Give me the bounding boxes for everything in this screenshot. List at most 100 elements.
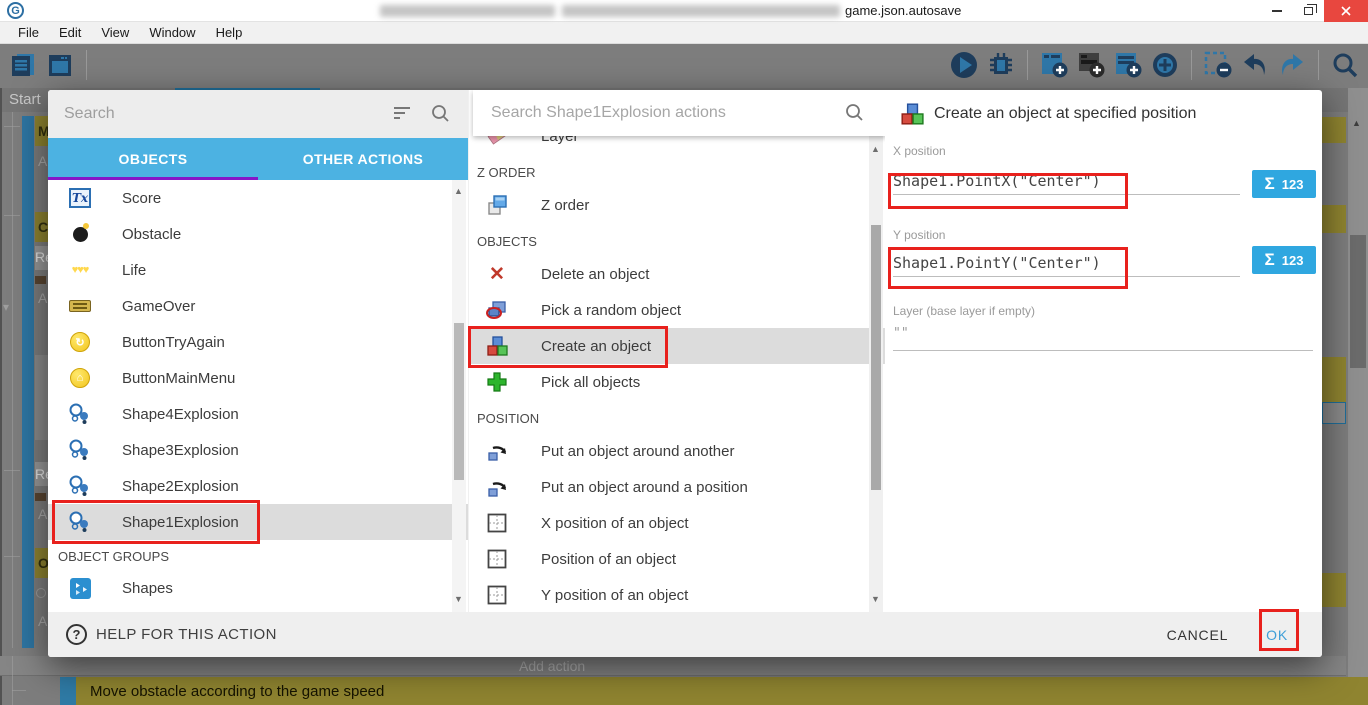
event-comment-fragment bbox=[1322, 357, 1346, 402]
scrollbar-thumb[interactable] bbox=[454, 323, 464, 480]
scene-editor-icon[interactable] bbox=[45, 50, 75, 80]
y-position-field[interactable]: Shape1.PointY("Center") bbox=[893, 254, 1101, 272]
x-expression-builder-button[interactable]: Σ 123 bbox=[1252, 170, 1316, 198]
action-item-put-around-position[interactable]: Put an object around a position bbox=[469, 469, 885, 505]
collapse-arrow-icon[interactable]: ▾ bbox=[3, 300, 9, 314]
layer-field[interactable]: "" bbox=[893, 326, 909, 341]
action-item-layer[interactable]: Layer bbox=[469, 136, 885, 154]
menu-file[interactable]: File bbox=[8, 25, 49, 40]
particles-icon bbox=[68, 438, 92, 462]
search-icon[interactable] bbox=[845, 103, 864, 122]
search-icon[interactable] bbox=[1330, 50, 1360, 80]
action-item-y-position[interactable]: Y position of an object bbox=[469, 577, 885, 612]
scroll-up-icon[interactable]: ▲ bbox=[871, 144, 880, 154]
list-item-buttontryagain[interactable]: ↻ ButtonTryAgain bbox=[48, 324, 468, 360]
menu-window[interactable]: Window bbox=[139, 25, 205, 40]
list-item-shape1explosion-selected[interactable]: Shape1Explosion bbox=[48, 504, 468, 540]
particles-icon bbox=[68, 474, 92, 498]
window-edge bbox=[0, 88, 2, 705]
add-link-fragment: A bbox=[38, 506, 47, 522]
add-event-icon[interactable] bbox=[1039, 50, 1069, 80]
list-item-shape2explosion[interactable]: Shape2Explosion bbox=[48, 468, 468, 504]
toolbar-separator bbox=[1318, 50, 1319, 80]
scroll-up-icon[interactable]: ▲ bbox=[454, 186, 463, 196]
object-list-scrollbar[interactable]: ▲ ▼ bbox=[452, 180, 466, 612]
menu-edit[interactable]: Edit bbox=[49, 25, 91, 40]
action-item-create-object-selected[interactable]: Create an object bbox=[469, 328, 885, 364]
redo-icon[interactable] bbox=[1277, 50, 1307, 80]
object-list: Tx Score Obstacle ♥♥♥ Life GameOver ↻ Bu… bbox=[48, 180, 468, 612]
cancel-button[interactable]: CANCEL bbox=[1167, 627, 1229, 643]
window-title: game.json.autosave bbox=[845, 3, 961, 18]
tab-objects[interactable]: OBJECTS bbox=[48, 138, 258, 180]
event-comment-fragment bbox=[1322, 573, 1346, 607]
section-header-objects: OBJECTS bbox=[469, 223, 885, 256]
play-icon[interactable] bbox=[949, 50, 979, 80]
menu-view[interactable]: View bbox=[91, 25, 139, 40]
search-icon[interactable] bbox=[431, 104, 450, 123]
position-grid-icon bbox=[485, 547, 509, 571]
list-item-life[interactable]: ♥♥♥ Life bbox=[48, 252, 468, 288]
scroll-down-icon[interactable]: ▼ bbox=[871, 594, 880, 604]
screen: { "titlebar": { "title": "game.json.auto… bbox=[0, 0, 1368, 705]
delete-object-icon: ✕ bbox=[485, 262, 509, 286]
list-item-obstacle[interactable]: Obstacle bbox=[48, 216, 468, 252]
minimize-button[interactable] bbox=[1262, 0, 1292, 22]
close-button[interactable] bbox=[1324, 0, 1368, 22]
list-item-shape4explosion[interactable]: Shape4Explosion bbox=[48, 396, 468, 432]
action-item-put-around-another[interactable]: Put an object around another bbox=[469, 433, 885, 469]
scroll-up-icon[interactable]: ▲ bbox=[1352, 118, 1361, 128]
event-comment-fragment bbox=[1322, 117, 1346, 143]
window-titlebar: G game.json.autosave bbox=[0, 0, 1368, 22]
app-scrollbar[interactable]: ▲ ▼ bbox=[1348, 88, 1368, 705]
y-expression-builder-button[interactable]: Σ 123 bbox=[1252, 246, 1316, 274]
action-search-input[interactable] bbox=[491, 104, 821, 122]
project-manager-icon[interactable] bbox=[8, 50, 38, 80]
event-tree-line bbox=[12, 656, 13, 705]
delete-event-icon[interactable] bbox=[1203, 50, 1233, 80]
maximize-button[interactable] bbox=[1292, 0, 1324, 22]
debug-icon[interactable] bbox=[986, 50, 1016, 80]
action-item-pick-random[interactable]: Pick a random object bbox=[469, 292, 885, 328]
condition-icon bbox=[35, 276, 46, 284]
event-tree-line bbox=[4, 470, 20, 471]
comment-text-fragment: C bbox=[38, 219, 48, 235]
tab-start[interactable]: Start bbox=[9, 91, 41, 108]
menu-help[interactable]: Help bbox=[206, 25, 253, 40]
add-action-link[interactable]: Add action bbox=[519, 658, 585, 674]
add-subevent-icon[interactable] bbox=[1076, 50, 1106, 80]
action-item-x-position[interactable]: X position of an object bbox=[469, 505, 885, 541]
object-search-input[interactable] bbox=[64, 105, 364, 123]
action-item-pick-all[interactable]: Pick all objects bbox=[469, 364, 885, 400]
add-circle-icon[interactable] bbox=[1150, 50, 1180, 80]
scroll-down-icon[interactable]: ▼ bbox=[454, 594, 463, 604]
app-scrollbar-thumb[interactable] bbox=[1350, 235, 1366, 368]
scrollbar-thumb[interactable] bbox=[871, 225, 881, 490]
sigma-icon: Σ bbox=[1265, 250, 1275, 270]
event-tree-line bbox=[4, 126, 20, 127]
action-item-position[interactable]: Position of an object bbox=[469, 541, 885, 577]
undo-icon[interactable] bbox=[1240, 50, 1270, 80]
group-icon bbox=[68, 576, 92, 600]
create-object-icon bbox=[900, 102, 924, 126]
list-item-buttonmainmenu[interactable]: ⌂ ButtonMainMenu bbox=[48, 360, 468, 396]
home-button-icon: ⌂ bbox=[68, 366, 92, 390]
list-item-shapes-group[interactable]: Shapes bbox=[48, 570, 468, 606]
action-item-delete-object[interactable]: ✕ Delete an object bbox=[469, 256, 885, 292]
action-list-scrollbar[interactable]: ▲ ▼ bbox=[869, 136, 883, 612]
restore-icon bbox=[1304, 7, 1313, 15]
list-item-gameover[interactable]: GameOver bbox=[48, 288, 468, 324]
action-title: Create an object at specified position bbox=[934, 105, 1196, 123]
list-item-shape3explosion[interactable]: Shape3Explosion bbox=[48, 432, 468, 468]
list-item-score[interactable]: Tx Score bbox=[48, 180, 468, 216]
help-button[interactable]: ? HELP FOR THIS ACTION bbox=[66, 624, 277, 645]
menu-bar: File Edit View Window Help bbox=[0, 22, 1368, 44]
action-item-zorder[interactable]: Z order bbox=[469, 187, 885, 223]
event-indent-bar bbox=[22, 116, 34, 648]
filter-icon[interactable] bbox=[394, 107, 410, 122]
add-comment-icon[interactable] bbox=[1113, 50, 1143, 80]
x-position-field[interactable]: Shape1.PointX("Center") bbox=[893, 172, 1101, 190]
ok-button[interactable]: OK bbox=[1266, 627, 1288, 643]
timer-icon bbox=[36, 588, 46, 598]
tab-other-actions[interactable]: OTHER ACTIONS bbox=[258, 138, 468, 180]
